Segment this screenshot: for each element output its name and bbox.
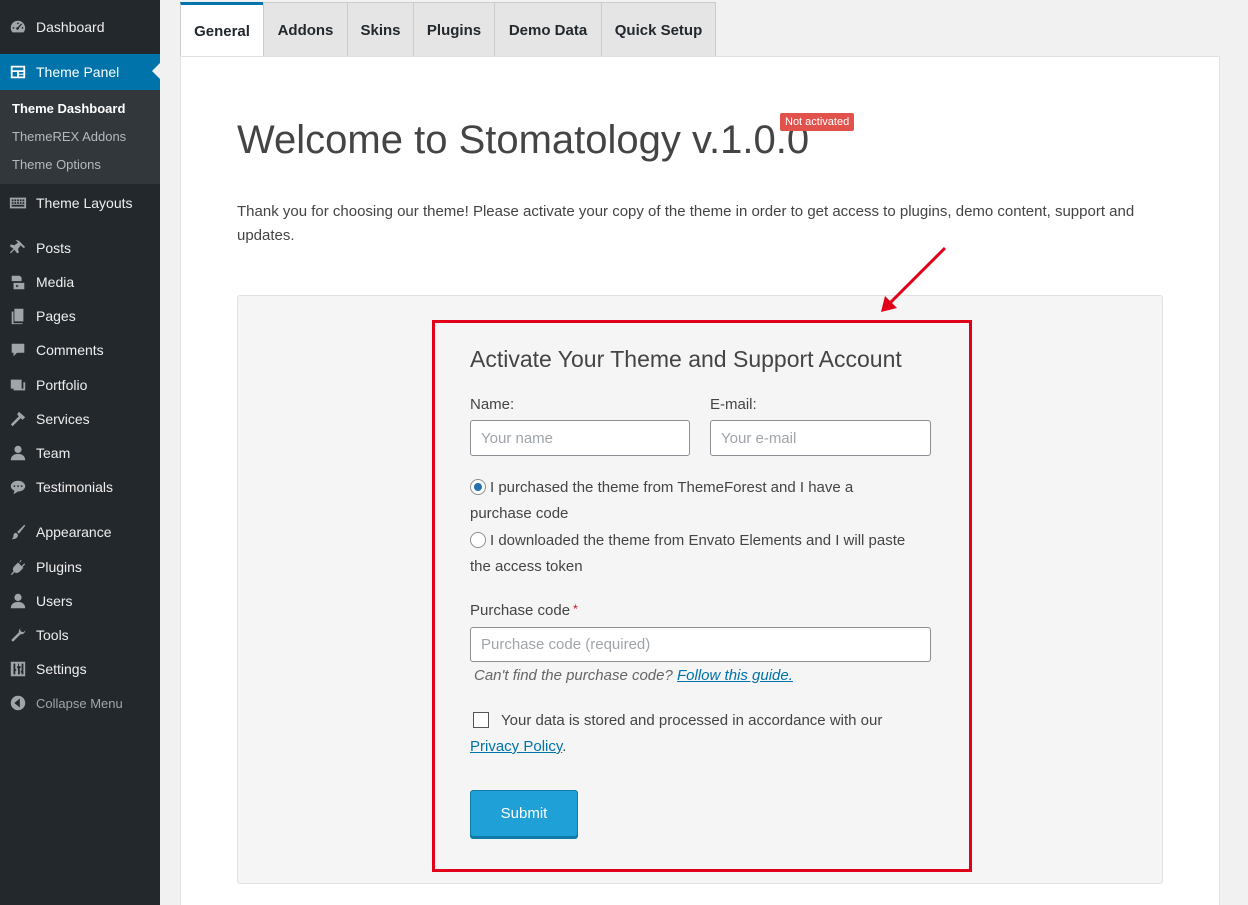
radio-envato-label: I downloaded the theme from Envato Eleme… <box>470 532 906 575</box>
theme-panel-submenu: Theme Dashboard ThemeREX Addons Theme Op… <box>0 90 160 184</box>
email-input[interactable] <box>710 420 931 456</box>
privacy-checkbox[interactable] <box>473 712 489 728</box>
menu-label: Portfolio <box>36 377 88 393</box>
arrow-annotation <box>881 246 947 312</box>
purchase-code-label: Purchase code * <box>470 602 578 619</box>
comment-icon <box>8 340 28 360</box>
menu-portfolio[interactable]: Portfolio <box>0 368 160 402</box>
consent-period: . <box>562 738 567 755</box>
menu-appearance[interactable]: Appearance <box>0 515 160 549</box>
admin-sidebar: Dashboard Theme Panel Theme Dashboard Th… <box>0 0 160 905</box>
follow-guide-link[interactable]: Follow this guide. <box>677 667 793 684</box>
consent-text: Your data is stored and processed in acc… <box>501 712 883 729</box>
menu-label: Theme Panel <box>36 64 120 80</box>
hammer-icon <box>8 409 28 429</box>
tab-skins[interactable]: Skins <box>347 2 414 57</box>
submenu-theme-dashboard[interactable]: Theme Dashboard <box>12 101 125 116</box>
radio-envato-option[interactable]: I downloaded the theme from Envato Eleme… <box>470 528 910 580</box>
menu-label: Plugins <box>36 559 82 575</box>
tab-quick-setup[interactable]: Quick Setup <box>601 2 716 57</box>
menu-dashboard[interactable]: Dashboard <box>0 10 160 44</box>
menu-testimonials[interactable]: Testimonials <box>0 470 160 504</box>
name-label: Name: <box>470 396 515 413</box>
required-marker: * <box>573 602 578 616</box>
tab-plugins[interactable]: Plugins <box>413 2 495 57</box>
menu-label: Settings <box>36 661 87 677</box>
menu-team[interactable]: Team <box>0 436 160 470</box>
radio-themeforest[interactable] <box>470 479 486 495</box>
wrench-icon <box>8 625 28 645</box>
submenu-theme-options[interactable]: Theme Options <box>12 157 101 172</box>
menu-pages[interactable]: Pages <box>0 299 160 333</box>
tab-addons[interactable]: Addons <box>263 2 348 57</box>
purchase-code-hint: Can't find the purchase code? Follow thi… <box>474 667 793 684</box>
menu-label: Theme Layouts <box>36 195 133 211</box>
privacy-consent: Your data is stored and processed in acc… <box>470 708 920 760</box>
collapse-menu-button[interactable]: Collapse Menu <box>0 686 160 720</box>
menu-label: Dashboard <box>36 19 105 35</box>
settings-icon <box>8 659 28 679</box>
purchase-code-input[interactable] <box>470 627 931 662</box>
menu-label: Team <box>36 445 71 461</box>
plug-icon <box>8 557 28 577</box>
tab-demo-data[interactable]: Demo Data <box>494 2 602 57</box>
theme-panel-icon <box>8 62 28 82</box>
purchase-code-label-text: Purchase code <box>470 602 571 619</box>
pin-icon <box>8 238 28 258</box>
menu-label: Posts <box>36 240 72 256</box>
brush-icon <box>8 522 28 542</box>
users-icon <box>8 591 28 611</box>
menu-posts[interactable]: Posts <box>0 231 160 265</box>
radio-envato[interactable] <box>470 532 486 548</box>
chat-icon <box>8 477 28 497</box>
submenu-themerex-addons[interactable]: ThemeREX Addons <box>12 129 126 144</box>
form-title: Activate Your Theme and Support Account <box>470 346 902 372</box>
menu-label: Comments <box>36 342 104 358</box>
page-title: Welcome to Stomatology v.1.0.0 <box>237 118 810 162</box>
menu-users[interactable]: Users <box>0 584 160 618</box>
menu-label: Appearance <box>36 524 112 540</box>
menu-label: Tools <box>36 627 69 643</box>
media-icon <box>8 272 28 292</box>
radio-themeforest-option[interactable]: I purchased the theme from ThemeForest a… <box>470 475 910 527</box>
privacy-policy-link[interactable]: Privacy Policy <box>470 738 562 755</box>
dashboard-icon <box>8 17 28 37</box>
menu-comments[interactable]: Comments <box>0 333 160 367</box>
menu-plugins[interactable]: Plugins <box>0 550 160 584</box>
menu-media[interactable]: Media <box>0 265 160 299</box>
menu-label: Media <box>36 274 75 290</box>
submit-button[interactable]: Submit <box>470 790 578 837</box>
menu-label: Collapse Menu <box>36 695 123 711</box>
radio-themeforest-label: I purchased the theme from ThemeForest a… <box>470 479 854 522</box>
menu-settings[interactable]: Settings <box>0 652 160 686</box>
hint-text: Can't find the purchase code? <box>474 667 673 684</box>
menu-label: Users <box>36 593 73 609</box>
email-label: E-mail: <box>710 396 757 413</box>
menu-theme-panel[interactable]: Theme Panel <box>0 54 160 90</box>
intro-text: Thank you for choosing our theme! Please… <box>237 203 1135 244</box>
menu-tools[interactable]: Tools <box>0 618 160 652</box>
menu-label: Pages <box>36 308 76 324</box>
collapse-icon <box>8 693 28 713</box>
layouts-icon <box>8 193 28 213</box>
pages-icon <box>8 306 28 326</box>
menu-services[interactable]: Services <box>0 402 160 436</box>
status-badge: Not activated <box>780 113 855 131</box>
portfolio-icon <box>8 375 28 395</box>
user-icon <box>8 443 28 463</box>
menu-label: Services <box>36 411 90 427</box>
name-input[interactable] <box>470 420 690 456</box>
menu-theme-layouts[interactable]: Theme Layouts <box>0 186 160 220</box>
menu-label: Testimonials <box>36 479 114 495</box>
tab-general[interactable]: General <box>180 2 264 58</box>
